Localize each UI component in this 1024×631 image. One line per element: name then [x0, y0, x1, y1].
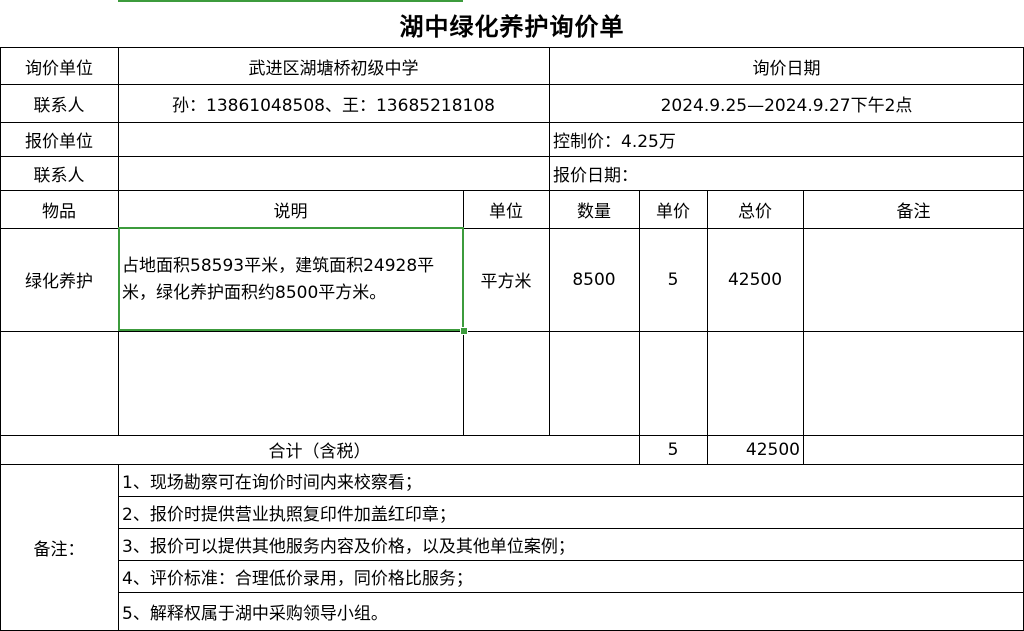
note-item-1[interactable]: 1、现场勘察可在询价时间内来校察看；: [118, 464, 1024, 496]
table-row-item[interactable]: 绿化养护: [0, 228, 118, 331]
summary-unit-price[interactable]: 5: [639, 435, 707, 464]
sheet-title: 湖中绿化养护询价单: [399, 12, 625, 41]
column-header-total[interactable]: 总价: [707, 190, 803, 228]
inquiry-date-value[interactable]: 2024.9.25—2024.9.27下午2点: [549, 84, 1024, 122]
note-item-4[interactable]: 4、评价标准：合理低价录用，同价格比服务；: [118, 560, 1024, 592]
table-row-remark[interactable]: [803, 228, 1024, 331]
table-row-total[interactable]: 42500: [707, 228, 803, 331]
column-header-quantity[interactable]: 数量: [549, 190, 639, 228]
quote-date[interactable]: 报价日期：: [549, 156, 1024, 190]
column-header-unit-price[interactable]: 单价: [639, 190, 707, 228]
empty-row-description[interactable]: [118, 331, 463, 435]
quote-unit-label[interactable]: 报价单位: [0, 122, 118, 156]
notes-label[interactable]: 备注：: [0, 464, 118, 631]
note-item-2[interactable]: 2、报价时提供营业执照复印件加盖红印章；: [118, 496, 1024, 528]
contact-value[interactable]: 孙：13861048508、王：13685218108: [118, 84, 549, 122]
table-row-unit[interactable]: 平方米: [463, 228, 549, 331]
contact2-value[interactable]: [118, 156, 549, 190]
column-header-remark[interactable]: 备注: [803, 190, 1024, 228]
summary-total[interactable]: 42500: [707, 435, 803, 464]
fill-handle[interactable]: [460, 327, 468, 335]
column-header-item[interactable]: 物品: [0, 190, 118, 228]
column-header-unit[interactable]: 单位: [463, 190, 549, 228]
note-item-5[interactable]: 5、解释权属于湖中采购领导小组。: [118, 592, 1024, 631]
table-row-quantity[interactable]: 8500: [549, 228, 639, 331]
empty-row-item[interactable]: [0, 331, 118, 435]
quote-unit-value[interactable]: [118, 122, 549, 156]
contact-label[interactable]: 联系人: [0, 84, 118, 122]
control-price[interactable]: 控制价：4.25万: [549, 122, 1024, 156]
inquiry-unit-label[interactable]: 询价单位: [0, 48, 118, 84]
summary-label[interactable]: 合计（含税）: [0, 435, 639, 464]
active-cell-selection: [118, 227, 464, 331]
inquiry-date-label[interactable]: 询价日期: [549, 48, 1024, 84]
inquiry-unit-value[interactable]: 武进区湖塘桥初级中学: [118, 48, 549, 84]
table-row-unit-price[interactable]: 5: [639, 228, 707, 331]
column-header-description[interactable]: 说明: [118, 190, 463, 228]
note-item-3[interactable]: 3、报价可以提供其他服务内容及价格，以及其他单位案例；: [118, 528, 1024, 560]
contact2-label[interactable]: 联系人: [0, 156, 118, 190]
